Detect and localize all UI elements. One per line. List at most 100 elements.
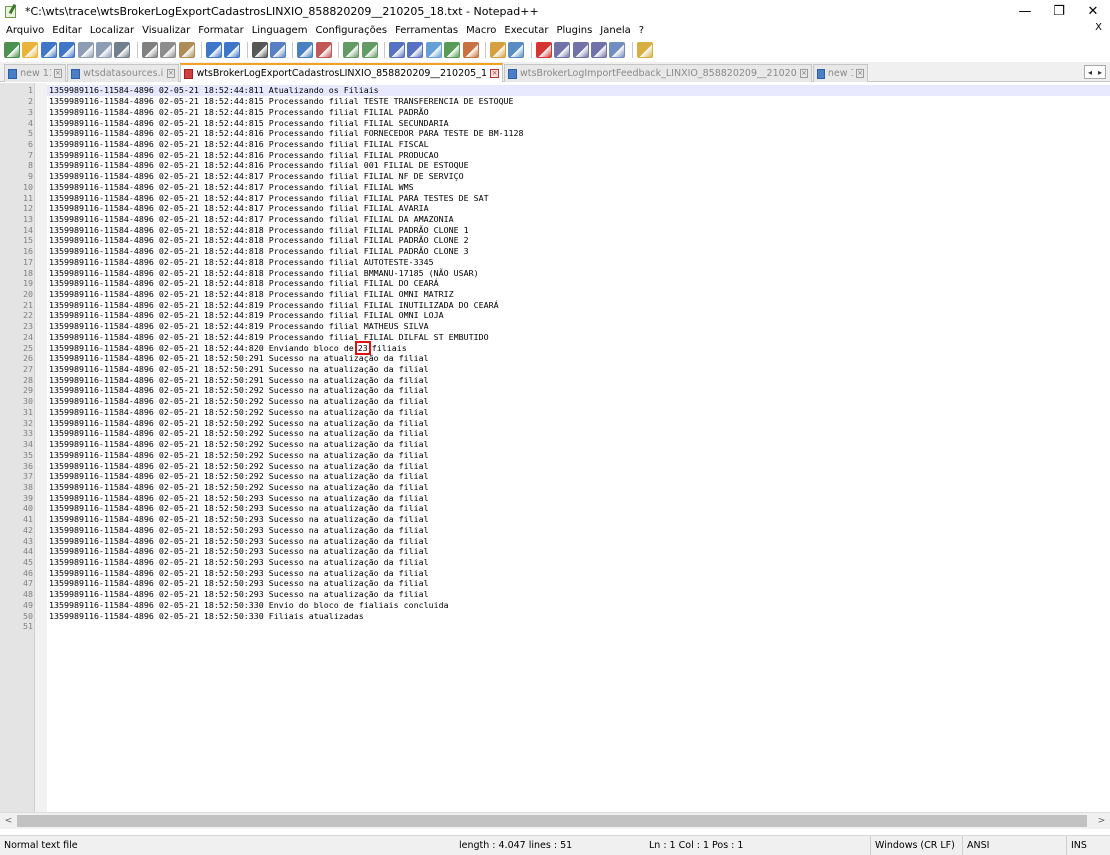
monitoring-icon[interactable]	[508, 42, 525, 58]
fold-margin[interactable]	[35, 83, 47, 812]
tab-2[interactable]: wtsdatasources.ini ×	[67, 64, 179, 82]
editor-line[interactable]: 32 1359989116-11584-4896 02-05-21 18:52:5…	[23, 417, 1110, 428]
zoom-in-icon[interactable]	[297, 42, 314, 58]
tab-close-icon[interactable]: ×	[856, 69, 864, 78]
close-window-button[interactable]: ✕	[1076, 0, 1110, 22]
folder-workspace-icon[interactable]	[489, 42, 506, 58]
open-file-icon[interactable]	[22, 42, 39, 58]
scrollbar-thumb[interactable]	[17, 815, 1087, 827]
function-list-icon[interactable]	[462, 42, 479, 58]
scroll-left-icon[interactable]: <	[0, 813, 17, 829]
editor-line[interactable]: 20 1359989116-11584-4896 02-05-21 18:52:4…	[23, 289, 1110, 300]
editor-line[interactable]: 25 1359989116-11584-4896 02-05-21 18:52:4…	[23, 340, 1110, 355]
menu-item[interactable]: Visualizar	[139, 25, 193, 36]
close-icon[interactable]	[77, 42, 94, 58]
editor-line[interactable]: 22 1359989116-11584-4896 02-05-21 18:52:4…	[23, 310, 1110, 321]
sync-horizontal-icon[interactable]	[361, 42, 378, 58]
tab-scroll-left-icon[interactable]: ◂	[1088, 68, 1092, 77]
play-macro-icon[interactable]	[572, 42, 589, 58]
zoom-out-icon[interactable]	[315, 42, 332, 58]
editor-line[interactable]: 36 1359989116-11584-4896 02-05-21 18:52:5…	[23, 460, 1110, 471]
save-macro-icon[interactable]	[609, 42, 626, 58]
new-file-icon[interactable]	[4, 42, 20, 58]
paste-icon[interactable]	[178, 42, 195, 58]
indent-guide-icon[interactable]	[425, 42, 442, 58]
editor-line[interactable]: 47 1359989116-11584-4896 02-05-21 18:52:5…	[23, 578, 1110, 589]
close-all-icon[interactable]	[95, 42, 112, 58]
undo-icon[interactable]	[205, 42, 222, 58]
editor-line[interactable]: 31 1359989116-11584-4896 02-05-21 18:52:5…	[23, 407, 1110, 418]
menu-item[interactable]: Arquivo	[3, 25, 47, 36]
editor-line[interactable]: 10 1359989116-11584-4896 02-05-21 18:52:4…	[23, 181, 1110, 192]
editor-line[interactable]: 45 1359989116-11584-4896 02-05-21 18:52:5…	[23, 557, 1110, 568]
minimize-button[interactable]: —	[1008, 0, 1042, 22]
tab-4[interactable]: wtsBrokerLogImportFeedback_LINXIO_858820…	[504, 64, 812, 82]
editor-line[interactable]: 35 1359989116-11584-4896 02-05-21 18:52:5…	[23, 449, 1110, 460]
tab-scroll-arrows[interactable]: ◂ ▸	[1084, 65, 1106, 79]
menu-item[interactable]: Configurações	[312, 25, 390, 36]
editor-line[interactable]: 13 1359989116-11584-4896 02-05-21 18:52:4…	[23, 214, 1110, 225]
editor-line[interactable]: 23 1359989116-11584-4896 02-05-21 18:52:4…	[23, 321, 1110, 332]
editor-line[interactable]: 28 1359989116-11584-4896 02-05-21 18:52:5…	[23, 374, 1110, 385]
tab-3[interactable]: wtsBrokerLogExportCadastrosLINXIO_858820…	[180, 63, 503, 82]
menu-item[interactable]: Janela	[597, 25, 633, 36]
editor-line[interactable]: 21 1359989116-11584-4896 02-05-21 18:52:4…	[23, 299, 1110, 310]
menu-item[interactable]: Formatar	[195, 25, 246, 36]
editor-line[interactable]: 6 1359989116-11584-4896 02-05-21 18:52:44…	[28, 139, 1110, 150]
editor-line[interactable]: 5 1359989116-11584-4896 02-05-21 18:52:44…	[28, 128, 1110, 139]
tab-scroll-right-icon[interactable]: ▸	[1098, 68, 1102, 77]
editor-line[interactable]: 49 1359989116-11584-4896 02-05-21 18:52:5…	[23, 600, 1110, 611]
editor-line[interactable]: 40 1359989116-11584-4896 02-05-21 18:52:5…	[23, 503, 1110, 514]
tab-close-icon[interactable]: ×	[799, 69, 808, 78]
menu-item[interactable]: ?	[636, 25, 647, 36]
editor-line[interactable]: 11 1359989116-11584-4896 02-05-21 18:52:4…	[23, 192, 1110, 203]
editor-line[interactable]: 9 1359989116-11584-4896 02-05-21 18:52:44…	[28, 171, 1110, 182]
editor-line[interactable]: 16 1359989116-11584-4896 02-05-21 18:52:4…	[23, 246, 1110, 257]
editor-line[interactable]: 3 1359989116-11584-4896 02-05-21 18:52:44…	[28, 106, 1110, 117]
redo-icon[interactable]	[224, 42, 241, 58]
spellcheck-icon[interactable]	[636, 42, 653, 58]
editor-line[interactable]: 38 1359989116-11584-4896 02-05-21 18:52:5…	[23, 482, 1110, 493]
editor-line[interactable]: 33 1359989116-11584-4896 02-05-21 18:52:5…	[23, 428, 1110, 439]
sync-vertical-icon[interactable]	[343, 42, 360, 58]
editor-line[interactable]: 8 1359989116-11584-4896 02-05-21 18:52:44…	[28, 160, 1110, 171]
find-icon[interactable]	[251, 42, 268, 58]
maximize-button[interactable]: ❐	[1042, 0, 1076, 22]
editor-line[interactable]: 48 1359989116-11584-4896 02-05-21 18:52:5…	[23, 589, 1110, 600]
editor-line[interactable]: 17 1359989116-11584-4896 02-05-21 18:52:4…	[23, 257, 1110, 268]
close-document-button[interactable]: X	[1095, 22, 1102, 33]
run-macro-multiple-icon[interactable]	[590, 42, 607, 58]
editor-line[interactable]: 1 1359989116-11584-4896 02-05-21 18:52:44…	[28, 85, 1110, 96]
cut-icon[interactable]	[141, 42, 158, 58]
menu-item[interactable]: Plugins	[553, 25, 595, 36]
editor-line[interactable]: 14 1359989116-11584-4896 02-05-21 18:52:4…	[23, 224, 1110, 235]
tab-close-icon[interactable]: ×	[166, 69, 175, 78]
tab-close-icon[interactable]: ×	[53, 69, 62, 78]
editor-line[interactable]: 46 1359989116-11584-4896 02-05-21 18:52:5…	[23, 567, 1110, 578]
editor[interactable]: 1 1359989116-11584-4896 02-05-21 18:52:44…	[0, 83, 1110, 812]
word-wrap-icon[interactable]	[389, 42, 406, 58]
editor-line[interactable]: 51	[23, 621, 1110, 632]
menu-item[interactable]: Linguagem	[249, 25, 311, 36]
menu-item[interactable]: Editar	[49, 25, 85, 36]
editor-line[interactable]: 37 1359989116-11584-4896 02-05-21 18:52:5…	[23, 471, 1110, 482]
editor-line[interactable]: 34 1359989116-11584-4896 02-05-21 18:52:5…	[23, 439, 1110, 450]
menu-item[interactable]: Ferramentas	[392, 25, 461, 36]
editor-line[interactable]: 43 1359989116-11584-4896 02-05-21 18:52:5…	[23, 535, 1110, 546]
tab-1[interactable]: new 11×	[4, 64, 66, 82]
editor-line[interactable]: 44 1359989116-11584-4896 02-05-21 18:52:5…	[23, 546, 1110, 557]
editor-line[interactable]: 41 1359989116-11584-4896 02-05-21 18:52:5…	[23, 514, 1110, 525]
copy-icon[interactable]	[160, 42, 177, 58]
stop-macro-icon[interactable]	[554, 42, 571, 58]
tab-5[interactable]: new 10×	[813, 64, 868, 82]
editor-line[interactable]: 15 1359989116-11584-4896 02-05-21 18:52:4…	[23, 235, 1110, 246]
record-macro-icon[interactable]	[535, 42, 552, 58]
editor-line[interactable]: 29 1359989116-11584-4896 02-05-21 18:52:5…	[23, 385, 1110, 396]
menu-item[interactable]: Executar	[501, 25, 551, 36]
doc-map-icon[interactable]	[444, 42, 461, 58]
menu-item[interactable]: Macro	[463, 25, 499, 36]
show-all-chars-icon[interactable]	[407, 42, 424, 58]
editor-line[interactable]: 19 1359989116-11584-4896 02-05-21 18:52:4…	[23, 278, 1110, 289]
replace-icon[interactable]	[270, 42, 287, 58]
editor-line[interactable]: 30 1359989116-11584-4896 02-05-21 18:52:5…	[23, 396, 1110, 407]
